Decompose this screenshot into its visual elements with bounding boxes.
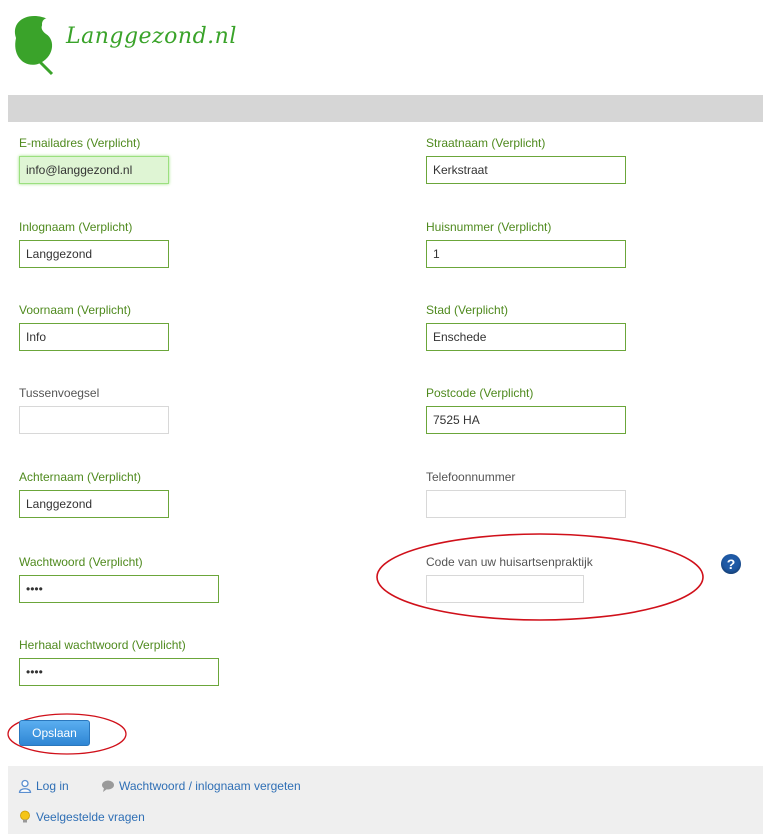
city-field[interactable]: Enschede (426, 323, 626, 351)
username-label: Inlognaam (Verplicht) (19, 220, 133, 234)
infix-label: Tussenvoegsel (19, 386, 100, 400)
postcode-field[interactable]: 7525 HA (426, 406, 626, 434)
header-bar (8, 95, 763, 122)
street-field[interactable]: Kerkstraat (426, 156, 626, 184)
house-number-field[interactable]: 1 (426, 240, 626, 268)
last-name-field[interactable]: Langgezond (19, 490, 169, 518)
annotation-ellipse-practice-code (376, 533, 704, 621)
speech-bubble-icon (102, 780, 114, 792)
username-field[interactable]: Langgezond (19, 240, 169, 268)
password-label: Wachtwoord (Verplicht) (19, 555, 143, 569)
forgot-credentials-link[interactable]: Wachtwoord / inlognaam vergeten (101, 779, 301, 793)
faq-label: Veelgestelde vragen (36, 810, 145, 824)
email-label: E-mailadres (Verplicht) (19, 136, 141, 150)
infix-field[interactable] (19, 406, 169, 434)
login-label: Log in (36, 779, 69, 793)
help-icon[interactable]: ? (721, 554, 741, 574)
postcode-label: Postcode (Verplicht) (426, 386, 534, 400)
login-link[interactable]: Log in (18, 779, 69, 793)
first-name-field[interactable]: Info (19, 323, 169, 351)
repeat-password-label: Herhaal wachtwoord (Verplicht) (19, 638, 186, 652)
brand-name: Langgezond.nl (66, 24, 237, 49)
city-label: Stad (Verplicht) (426, 303, 509, 317)
lightbulb-icon (20, 810, 30, 823)
house-number-label: Huisnummer (Verplicht) (426, 220, 552, 234)
repeat-password-field[interactable]: •••• (19, 658, 219, 686)
phone-label: Telefoonnummer (426, 470, 516, 484)
phone-field[interactable] (426, 490, 626, 518)
user-icon (18, 779, 32, 793)
leaf-logo-icon (14, 16, 54, 76)
password-field[interactable]: •••• (19, 575, 219, 603)
save-button[interactable]: Opslaan (19, 720, 90, 746)
forgot-credentials-label: Wachtwoord / inlognaam vergeten (119, 779, 301, 793)
footer: Log in Wachtwoord / inlognaam vergeten V… (8, 766, 763, 834)
email-field[interactable]: info@langgezond.nl (19, 156, 169, 184)
faq-link[interactable]: Veelgestelde vragen (18, 810, 145, 824)
brand-logo[interactable]: Langgezond.nl (8, 8, 268, 88)
street-label: Straatnaam (Verplicht) (426, 136, 546, 150)
first-name-label: Voornaam (Verplicht) (19, 303, 132, 317)
last-name-label: Achternaam (Verplicht) (19, 470, 142, 484)
